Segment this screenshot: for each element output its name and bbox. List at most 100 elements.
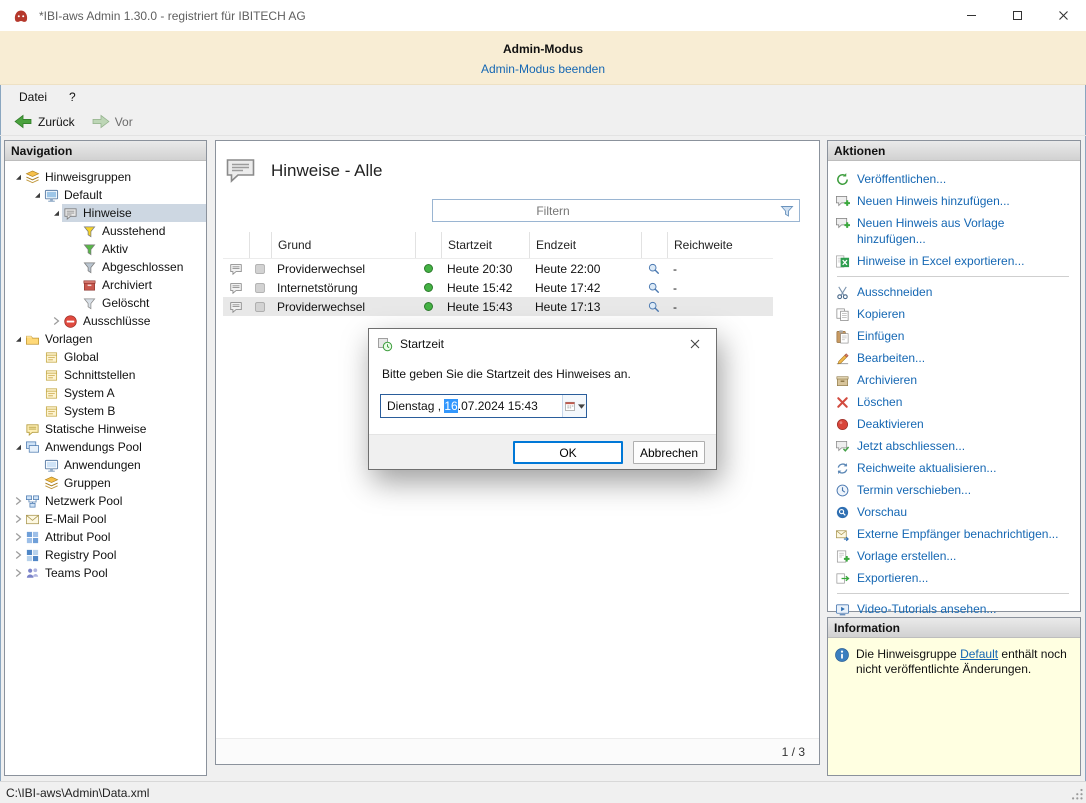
tree-item-ausstehend[interactable]: Ausstehend bbox=[5, 222, 206, 240]
tree-item-global[interactable]: Global bbox=[5, 348, 206, 366]
action-loeschen[interactable]: Löschen bbox=[835, 391, 1077, 413]
info-default-link[interactable]: Default bbox=[960, 647, 998, 661]
action-externe-empfaenger-benachrichtigen[interactable]: Externe Empfänger benachrichtigen... bbox=[835, 523, 1077, 545]
twisty-collapsed-icon[interactable] bbox=[11, 531, 24, 543]
action-einfuegen[interactable]: Einfügen bbox=[835, 325, 1077, 347]
action-termin-verschieben[interactable]: Termin verschieben... bbox=[835, 479, 1077, 501]
tree-item-attribut-pool[interactable]: Attribut Pool bbox=[5, 528, 206, 546]
action-ausschneiden[interactable]: Ausschneiden bbox=[835, 281, 1077, 303]
action-neuen-hinweis-hinzufuegen[interactable]: Neuen Hinweis hinzufügen... bbox=[835, 190, 1077, 212]
table-row[interactable]: InternetstörungHeute 15:42Heute 17:42- bbox=[223, 278, 773, 297]
action-jetzt-abschliessen[interactable]: Jetzt abschliessen... bbox=[835, 435, 1077, 457]
forward-button[interactable]: Vor bbox=[84, 112, 140, 131]
header-reichweite[interactable]: Reichweite bbox=[667, 232, 773, 258]
twisty-expanded-icon[interactable] bbox=[11, 441, 24, 453]
tree-item-body: Hinweise bbox=[62, 204, 206, 222]
tree-item-vorlagen[interactable]: Vorlagen bbox=[5, 330, 206, 348]
twisty-collapsed-icon[interactable] bbox=[49, 315, 62, 327]
tree-item-statische-hinweise[interactable]: Statische Hinweise bbox=[5, 420, 206, 438]
page-title: Hinweise - Alle bbox=[271, 161, 383, 181]
action-veroeffentlichen[interactable]: Veröffentlichen... bbox=[835, 168, 1077, 190]
table-row[interactable]: ProviderwechselHeute 15:43Heute 17:13- bbox=[223, 297, 773, 316]
action-neuen-hinweis-aus-vorlage-hinzufuegen[interactable]: Neuen Hinweis aus Vorlage hinzufügen... bbox=[835, 212, 1077, 250]
twisty-collapsed-icon[interactable] bbox=[11, 513, 24, 525]
action-deaktivieren[interactable]: Deaktivieren bbox=[835, 413, 1077, 435]
action-label: Bearbeiten... bbox=[857, 350, 925, 366]
tree-item-system-a[interactable]: System A bbox=[5, 384, 206, 402]
menu-datei[interactable]: Datei bbox=[8, 87, 58, 107]
twisty-collapsed-icon[interactable] bbox=[11, 567, 24, 579]
header-endzeit[interactable]: Endzeit bbox=[529, 232, 641, 258]
tree-item-e-mail-pool[interactable]: E-Mail Pool bbox=[5, 510, 206, 528]
tree-item-schnittstellen[interactable]: Schnittstellen bbox=[5, 366, 206, 384]
action-label: Video-Tutorials ansehen... bbox=[857, 601, 996, 617]
action-archivieren[interactable]: Archivieren bbox=[835, 369, 1077, 391]
twisty-expanded-icon[interactable] bbox=[11, 171, 24, 183]
menu-help[interactable]: ? bbox=[58, 87, 87, 107]
startzeit-dialog-icon bbox=[377, 336, 393, 352]
twisty-expanded-icon[interactable] bbox=[11, 333, 24, 345]
date-picker-dropdown[interactable] bbox=[562, 395, 586, 417]
maximize-button[interactable] bbox=[994, 0, 1040, 31]
maximize-icon bbox=[1012, 10, 1023, 21]
main-title-row: Hinweise - Alle bbox=[216, 141, 819, 187]
tree-item-default[interactable]: Default bbox=[5, 186, 206, 204]
dialog-close-button[interactable] bbox=[674, 329, 716, 358]
minimize-button[interactable] bbox=[948, 0, 994, 31]
twisty-expanded-icon[interactable] bbox=[30, 189, 43, 201]
minimize-icon bbox=[966, 10, 977, 21]
action-bearbeiten[interactable]: Bearbeiten... bbox=[835, 347, 1077, 369]
action-vorschau[interactable]: Vorschau bbox=[835, 501, 1077, 523]
action-kopieren[interactable]: Kopieren bbox=[835, 303, 1077, 325]
action-reichweite-aktualisieren[interactable]: Reichweite aktualisieren... bbox=[835, 457, 1077, 479]
tree-item-ausschluesse[interactable]: Ausschlüsse bbox=[5, 312, 206, 330]
twisty-expanded-icon[interactable] bbox=[49, 207, 62, 219]
tree-item-registry-pool[interactable]: Registry Pool bbox=[5, 546, 206, 564]
tree-item-hinweisgruppen[interactable]: Hinweisgruppen bbox=[5, 168, 206, 186]
admin-mode-exit-link[interactable]: Admin-Modus beenden bbox=[481, 62, 605, 76]
tree-item-body: Gelöscht bbox=[81, 294, 206, 312]
tree-item-archiviert[interactable]: Archiviert bbox=[5, 276, 206, 294]
cancel-button[interactable]: Abbrechen bbox=[633, 441, 705, 464]
pagination: 1 / 3 bbox=[782, 745, 805, 759]
reichweite-magnifier-icon bbox=[641, 278, 667, 297]
tree-item-anwendungs-pool[interactable]: Anwendungs Pool bbox=[5, 438, 206, 456]
table-row[interactable]: ProviderwechselHeute 20:30Heute 22:00- bbox=[223, 259, 773, 278]
close-button[interactable] bbox=[1040, 0, 1086, 31]
layers-icon bbox=[25, 169, 41, 185]
no-entry-icon bbox=[63, 313, 79, 329]
ok-button[interactable]: OK bbox=[513, 441, 623, 464]
filter-input[interactable] bbox=[433, 200, 799, 221]
filter-funnel-icon[interactable] bbox=[779, 203, 795, 219]
cell-grund: Providerwechsel bbox=[271, 297, 415, 316]
action-hinweise-in-excel-exportieren[interactable]: Hinweise in Excel exportieren... bbox=[835, 250, 1077, 272]
action-exportieren[interactable]: Exportieren... bbox=[835, 567, 1077, 589]
tree-item-geloescht[interactable]: Gelöscht bbox=[5, 294, 206, 312]
startzeit-date-input[interactable]: Dienstag , 16.07.2024 15:43 bbox=[380, 394, 587, 418]
tree-item-teams-pool[interactable]: Teams Pool bbox=[5, 564, 206, 582]
tree-item-label: System A bbox=[64, 386, 115, 400]
cell-startzeit: Heute 15:42 bbox=[441, 278, 529, 297]
twisty-collapsed-icon[interactable] bbox=[11, 495, 24, 507]
twisty-collapsed-icon[interactable] bbox=[11, 549, 24, 561]
tree-item-abgeschlossen[interactable]: Abgeschlossen bbox=[5, 258, 206, 276]
action-label: Einfügen bbox=[857, 328, 904, 344]
header-startzeit[interactable]: Startzeit bbox=[441, 232, 529, 258]
tree-item-anwendungen[interactable]: Anwendungen bbox=[5, 456, 206, 474]
back-button[interactable]: Zurück bbox=[7, 112, 82, 131]
twisty-spacer bbox=[68, 297, 81, 309]
header-grund[interactable]: Grund bbox=[271, 232, 415, 258]
action-vorlage-erstellen[interactable]: Vorlage erstellen... bbox=[835, 545, 1077, 567]
action-label: Archivieren bbox=[857, 372, 917, 388]
tree-item-netzwerk-pool[interactable]: Netzwerk Pool bbox=[5, 492, 206, 510]
status-active-icon bbox=[415, 259, 441, 278]
tree-item-aktiv[interactable]: Aktiv bbox=[5, 240, 206, 258]
tree-item-gruppen[interactable]: Gruppen bbox=[5, 474, 206, 492]
twisty-spacer bbox=[30, 369, 43, 381]
resize-grip-icon[interactable] bbox=[1070, 787, 1084, 801]
tree-item-body: Abgeschlossen bbox=[81, 258, 206, 276]
action-label: Reichweite aktualisieren... bbox=[857, 460, 996, 476]
monitor-icon bbox=[44, 457, 60, 473]
tree-item-system-b[interactable]: System B bbox=[5, 402, 206, 420]
tree-item-hinweise[interactable]: Hinweise bbox=[5, 204, 206, 222]
